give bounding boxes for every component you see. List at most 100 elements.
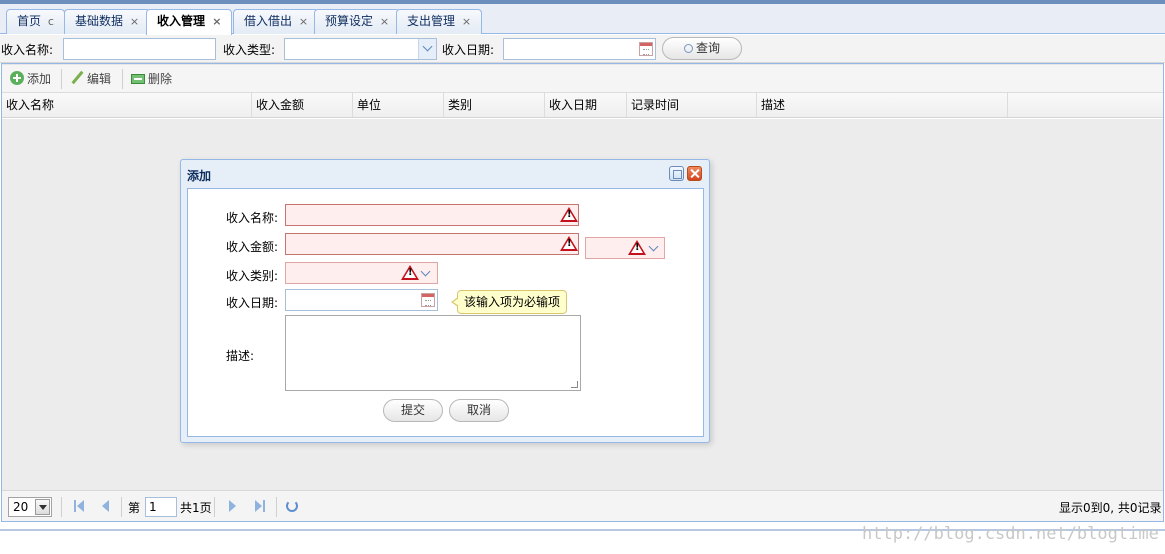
income-amount-input[interactable] [285,233,579,255]
last-page-icon [263,500,265,512]
column-income-name[interactable]: 收入名称 [2,93,252,117]
next-page-button[interactable] [227,500,239,512]
column-income-date[interactable]: 收入日期 [545,93,627,117]
column-description[interactable]: 描述 [757,93,1008,117]
tab-basic-data[interactable]: 基础数据 × [64,9,151,34]
search-date-label: 收入日期: [442,43,495,57]
required-tooltip: 该输入项为必输项 [450,290,568,314]
search-type-combo[interactable] [284,38,437,60]
tab-label: 借入借出 [244,14,293,28]
tab-income-management[interactable]: 收入管理 × [146,9,233,35]
resize-grip-icon[interactable] [571,381,578,388]
close-icon[interactable]: × [212,15,221,28]
date-label: 收入日期: [226,296,279,310]
page-size-value: 20 [13,500,29,514]
income-type-combo[interactable] [285,262,438,284]
page-number-input[interactable]: 1 [145,497,177,517]
dialog-body: 收入名称: 收入金额: 收入类别: 该输入项为必输项 收入日期: 描述: 提交 … [187,188,704,437]
tab-bar: 首页 c 基础数据 × 收入管理 × 借入借出 × 预算设定 × 支出管理 × [0,4,1165,35]
chevron-down-icon[interactable] [648,241,659,252]
first-page-icon [74,500,76,512]
tab-budget-settings[interactable]: 预算设定 × [314,9,401,34]
tab-label: 首页 [17,14,42,28]
grid-header: 收入名称 收入金额 单位 类别 收入日期 记录时间 描述 [2,93,1163,118]
warning-icon [560,236,578,251]
dialog-title: 添加 [187,169,212,183]
desc-label: 描述: [226,349,255,363]
last-page-arrow [255,500,262,512]
refresh-icon[interactable] [286,500,298,512]
chevron-down-icon [422,41,433,52]
first-page-arrow [77,500,84,512]
column-category[interactable]: 类别 [444,93,545,117]
pager-summary: 显示0到0, 共0记录 [1059,501,1162,515]
pager-divider [276,497,277,517]
income-date-input[interactable] [285,289,438,311]
close-icon[interactable]: × [130,15,139,28]
search-date-input[interactable] [503,38,656,60]
name-label: 收入名称: [226,211,279,225]
description-textarea[interactable] [285,315,581,391]
chevron-down-icon[interactable] [420,266,431,277]
magnifier-icon [683,44,693,53]
last-page-button[interactable] [254,500,266,512]
pager: 20 第 1 共1页 显示0到0, 共0记录 [2,490,1163,521]
cancel-button[interactable]: 取消 [449,399,509,422]
calendar-icon[interactable] [421,293,435,307]
column-unit[interactable]: 单位 [353,93,444,117]
close-icon[interactable] [687,166,702,181]
page-size-select[interactable]: 20 [8,497,52,517]
tab-label: 预算设定 [325,14,374,28]
add-button[interactable]: 添加 [10,70,51,88]
search-bar: 收入名称: 收入类型: 收入日期: 查询 [0,35,1165,63]
query-button[interactable]: 查询 [662,37,742,60]
query-button-label: 查询 [695,41,720,55]
prev-page-icon [102,500,109,512]
next-page-icon [229,500,236,512]
tab-label: 基础数据 [75,14,124,28]
amount-label: 收入金额: [226,240,279,254]
tab-label: 支出管理 [407,14,456,28]
toolbar: 添加 编辑 删除 [2,64,1163,93]
prev-page-button[interactable] [100,500,112,512]
unit-combo[interactable] [585,237,665,259]
calendar-icon[interactable] [639,42,653,56]
maximize-icon[interactable] [669,166,684,181]
toolbar-divider [122,69,123,89]
tab-borrow-lend[interactable]: 借入借出 × [233,9,320,34]
search-name-input[interactable] [63,38,216,60]
minus-icon [131,74,145,84]
column-record-time[interactable]: 记录时间 [627,93,757,117]
pager-divider [61,497,62,517]
combo-arrow[interactable] [418,39,436,59]
type-label: 收入类别: [226,269,279,283]
total-pages: 共1页 [180,501,212,515]
edit-button[interactable]: 编辑 [70,70,111,88]
income-name-input[interactable] [285,204,579,226]
tab-expense-management[interactable]: 支出管理 × [396,9,483,34]
close-icon[interactable]: × [462,15,471,28]
add-label: 添加 [27,72,52,86]
first-page-button[interactable] [74,500,86,512]
add-dialog: 添加 收入名称: 收入金额: 收入类别: 该输入项为必输项 收入日期: 描述: … [180,159,710,443]
pager-divider [121,497,122,517]
delete-label: 删除 [148,72,173,86]
watermark: http://blog.csdn.net/blogtime [862,524,1159,544]
dropdown-arrow-icon[interactable] [35,499,50,515]
delete-button[interactable]: 删除 [131,70,172,88]
close-icon[interactable]: × [299,15,308,28]
warning-icon [560,207,578,222]
toolbar-divider [61,69,62,89]
page-prefix: 第 [128,501,141,515]
refresh-icon[interactable]: c [48,15,54,28]
warning-icon [401,265,419,280]
pencil-icon [70,71,84,85]
plus-icon [10,71,24,85]
tab-home[interactable]: 首页 c [6,9,65,34]
column-income-amount[interactable]: 收入金额 [252,93,353,117]
submit-button[interactable]: 提交 [383,399,443,422]
search-type-label: 收入类型: [223,43,276,57]
edit-label: 编辑 [87,72,112,86]
pager-divider [214,497,215,517]
close-icon[interactable]: × [380,15,389,28]
